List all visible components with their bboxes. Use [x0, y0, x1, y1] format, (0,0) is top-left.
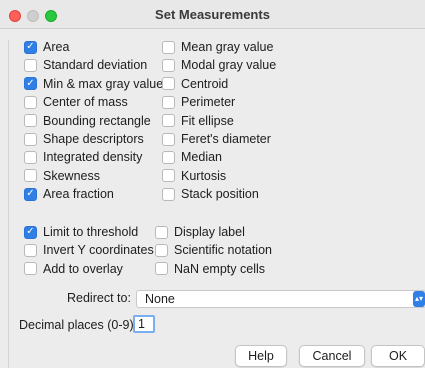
checkbox-label: Integrated density [43, 150, 143, 165]
checkbox-label: Scientific notation [174, 243, 272, 258]
checkbox-modal-gray-value[interactable]: Modal gray value [162, 57, 276, 73]
checkbox-box[interactable] [162, 40, 175, 54]
checkbox-invert-y-coordinates[interactable]: Invert Y coordinates [24, 242, 154, 258]
checkbox-label: Area [43, 40, 70, 54]
checkbox-bounding-rectangle[interactable]: Bounding rectangle [24, 113, 151, 129]
checkbox-box[interactable] [162, 77, 175, 91]
checkbox-median[interactable]: Median [162, 149, 222, 165]
checkmark-icon[interactable]: ✓ [24, 187, 37, 201]
redirect-select[interactable]: None ▴▾ [136, 290, 425, 308]
checkbox-shape-descriptors[interactable]: Shape descriptors [24, 131, 144, 147]
checkbox-nan-empty-cells[interactable]: NaN empty cells [155, 261, 265, 277]
checkbox-label: Skewness [43, 168, 100, 183]
redirect-select-value: None [145, 292, 175, 306]
checkbox-label: Center of mass [43, 95, 128, 110]
checkbox-box[interactable] [162, 95, 175, 109]
checkbox-box[interactable] [162, 114, 175, 128]
checkbox-label: Stack position [181, 187, 259, 202]
checkbox-label: NaN empty cells [174, 261, 265, 276]
checkbox-feret-s-diameter[interactable]: Feret's diameter [162, 131, 271, 147]
checkbox-stack-position[interactable]: Stack position [162, 186, 259, 202]
checkbox-box[interactable] [155, 243, 168, 257]
checkbox-box[interactable] [24, 95, 37, 109]
checkbox-label: Feret's diameter [181, 132, 271, 146]
checkbox-integrated-density[interactable]: Integrated density [24, 149, 142, 165]
checkbox-box[interactable] [24, 169, 37, 183]
checkbox-box[interactable] [162, 150, 175, 164]
checkmark-icon[interactable]: ✓ [24, 40, 37, 54]
checkbox-skewness[interactable]: Skewness [24, 168, 100, 184]
checkbox-label: Fit ellipse [181, 113, 234, 128]
checkbox-area[interactable]: ✓ Area [24, 39, 69, 55]
checkbox-standard-deviation[interactable]: Standard deviation [24, 57, 147, 73]
checkbox-label: Area fraction [43, 187, 114, 202]
title-bar: Set Measurements [0, 0, 425, 29]
window-title: Set Measurements [155, 7, 270, 22]
checkbox-perimeter[interactable]: Perimeter [162, 94, 235, 110]
checkbox-limit-to-threshold[interactable]: ✓ Limit to threshold [24, 224, 138, 240]
checkbox-label: Standard deviation [43, 58, 148, 73]
checkbox-box[interactable] [155, 262, 168, 276]
checkbox-add-to-overlay[interactable]: Add to overlay [24, 261, 123, 277]
checkbox-label: Display label [174, 225, 245, 239]
checkbox-centroid[interactable]: Centroid [162, 76, 228, 92]
checkbox-box[interactable] [24, 58, 37, 72]
checkbox-box[interactable] [24, 132, 37, 146]
checkbox-label: Kurtosis [181, 168, 227, 183]
checkbox-label: Modal gray value [181, 58, 277, 73]
checkbox-display-label[interactable]: Display label [155, 224, 245, 240]
checkbox-scientific-notation[interactable]: Scientific notation [155, 242, 272, 258]
checkbox-label: Perimeter [181, 95, 236, 110]
checkbox-min-and-max-gray-value[interactable]: ✓ Min & max gray value [24, 76, 163, 92]
checkbox-box[interactable] [24, 114, 37, 128]
checkbox-mean-gray-value[interactable]: Mean gray value [162, 39, 273, 55]
checkbox-box[interactable] [24, 243, 37, 257]
checkbox-label: Median [181, 150, 222, 165]
checkbox-box[interactable] [162, 169, 175, 183]
checkbox-center-of-mass[interactable]: Center of mass [24, 94, 128, 110]
decimal-places-field[interactable]: 1 [133, 315, 155, 333]
checkbox-label: Add to overlay [43, 261, 123, 276]
chevron-up-down-icon: ▴▾ [413, 291, 425, 307]
ok-button[interactable]: OK [371, 345, 425, 367]
window-divider [8, 40, 9, 368]
checkbox-label: Limit to threshold [43, 225, 139, 239]
checkbox-area-fraction[interactable]: ✓ Area fraction [24, 186, 114, 202]
checkbox-label: Centroid [181, 76, 229, 91]
checkbox-box[interactable] [162, 58, 175, 72]
checkbox-label: Mean gray value [181, 40, 274, 54]
checkbox-label: Bounding rectangle [43, 113, 151, 128]
cancel-button[interactable]: Cancel [299, 345, 365, 367]
checkbox-box[interactable] [162, 132, 175, 146]
checkbox-box[interactable] [155, 225, 168, 239]
checkbox-label: Shape descriptors [43, 132, 144, 146]
checkbox-label: Min & max gray value [43, 76, 164, 91]
checkbox-fit-ellipse[interactable]: Fit ellipse [162, 113, 234, 129]
checkbox-box[interactable] [24, 150, 37, 164]
redirect-label: Redirect to: [67, 291, 131, 305]
checkmark-icon[interactable]: ✓ [24, 225, 37, 239]
decimal-places-label: Decimal places (0-9): [19, 318, 138, 332]
help-button[interactable]: Help [235, 345, 287, 367]
checkbox-box[interactable] [162, 187, 175, 201]
checkmark-icon[interactable]: ✓ [24, 77, 37, 91]
checkbox-label: Invert Y coordinates [43, 243, 154, 258]
checkbox-kurtosis[interactable]: Kurtosis [162, 168, 226, 184]
checkbox-box[interactable] [24, 262, 37, 276]
